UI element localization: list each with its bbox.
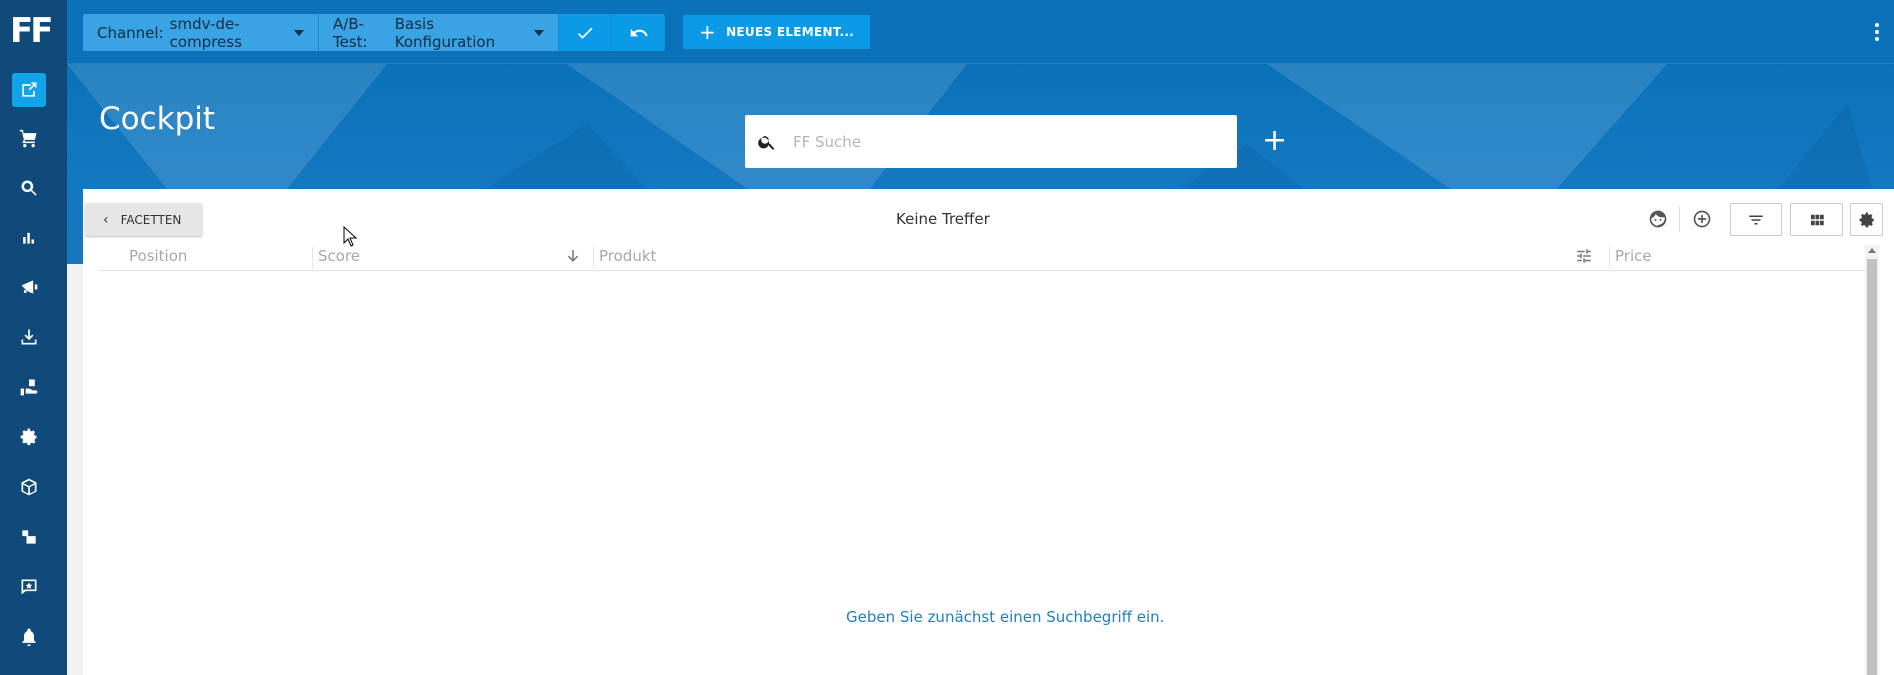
filter-icon [1749,215,1763,224]
sidebar-item-import[interactable] [12,320,46,354]
search-box [745,115,1237,168]
search-icon [758,135,775,150]
search-gear-icon [21,180,37,196]
abtest-label: A/B-Test: [333,14,368,51]
grid-view-button[interactable] [1790,203,1843,236]
new-element-button[interactable]: + NEUES ELEMENT... [683,15,871,49]
scrollbar-thumb[interactable] [1867,259,1877,675]
scroll-up-arrow[interactable] [1868,248,1876,253]
column-divider [1609,247,1610,269]
sidebar-item-feedback[interactable] [12,570,46,604]
check-icon [577,27,593,39]
shopping-cart-icon [19,129,37,148]
chevron-down-icon [534,29,544,36]
column-divider [312,247,313,269]
hand-icon [20,379,38,396]
sidebar-item-shopping[interactable] [12,122,46,156]
facets-label: FACETTEN [120,212,182,227]
table-header: Position Score Produkt Price [99,245,1865,271]
more-menu-icon[interactable] [1874,22,1880,44]
sidebar-item-analytics[interactable] [12,220,46,254]
apply-button[interactable] [559,14,612,51]
column-header-product[interactable]: Produkt [599,247,656,265]
column-header-position[interactable]: Position [129,247,187,265]
cockpit-icon [22,82,37,97]
filter-button[interactable] [1730,203,1782,236]
scrollbar[interactable] [1865,245,1879,675]
chevron-down-icon [294,29,304,36]
sidebar-item-notifications[interactable] [12,620,46,654]
settings-button[interactable] [1850,203,1883,236]
sidebar-item-search-settings[interactable] [12,171,46,205]
channel-select[interactable]: Channel: smdv-de-compress [83,14,319,51]
sidebar-item-campaigns[interactable] [12,270,46,304]
grid-icon [1810,214,1824,225]
column-header-price[interactable]: Price [1615,247,1652,265]
toolbar: Channel: smdv-de-compress A/B-Test: Basi… [83,14,665,51]
blocks-icon [22,530,36,544]
bar-chart-icon [23,232,34,244]
column-divider [593,247,594,269]
mouse-cursor-icon [343,226,357,247]
sidebar-item-layout[interactable] [12,520,46,554]
new-element-label: NEUES ELEMENT... [726,25,855,39]
chevron-left-icon: ‹ [103,211,109,228]
abtest-select[interactable]: A/B-Test: Basis Konfiguration [319,14,559,51]
sort-desc-icon[interactable] [564,247,582,269]
star-chat-icon [21,579,37,595]
channel-value: smdv-de-compress [169,14,242,51]
channel-label: Channel: [97,23,164,42]
divider [1679,206,1680,232]
logo[interactable]: FF [10,12,58,50]
column-tune-icon[interactable] [1575,247,1593,269]
search-input[interactable] [793,132,1213,151]
empty-state-message: Geben Sie zunächst einen Suchbegriff ein… [846,608,1165,626]
plus-icon: + [699,20,717,44]
sidebar-item-cockpit[interactable] [12,73,46,107]
column-header-score[interactable]: Score [318,247,360,265]
page-title: Cockpit [99,101,216,137]
face-icon[interactable] [1647,208,1669,230]
sidebar-item-settings[interactable] [12,420,46,454]
sidebar-item-products[interactable] [12,470,46,504]
sidebar-item-recommendations[interactable] [12,370,46,404]
facets-toggle-button[interactable]: ‹ FACETTEN [85,203,202,236]
sidebar: FF [0,0,67,675]
add-circle-icon[interactable] [1691,208,1713,230]
app: FF Channel: smdv-de-compress A/B-Test: B… [0,0,1894,675]
download-icon [21,329,37,345]
abtest-value: Basis Konfiguration [394,14,496,51]
undo-button[interactable] [612,14,665,51]
gear-icon [20,428,37,446]
undo-icon [630,28,648,36]
add-search-button[interactable]: + [1262,126,1287,156]
box-icon [21,478,37,496]
bell-icon [22,628,36,647]
results-status: Keine Treffer [896,210,990,228]
results-panel: ‹ FACETTEN Keine Treffer Position Score [83,189,1894,675]
megaphone-icon [21,280,38,294]
gear-icon [1859,212,1874,227]
